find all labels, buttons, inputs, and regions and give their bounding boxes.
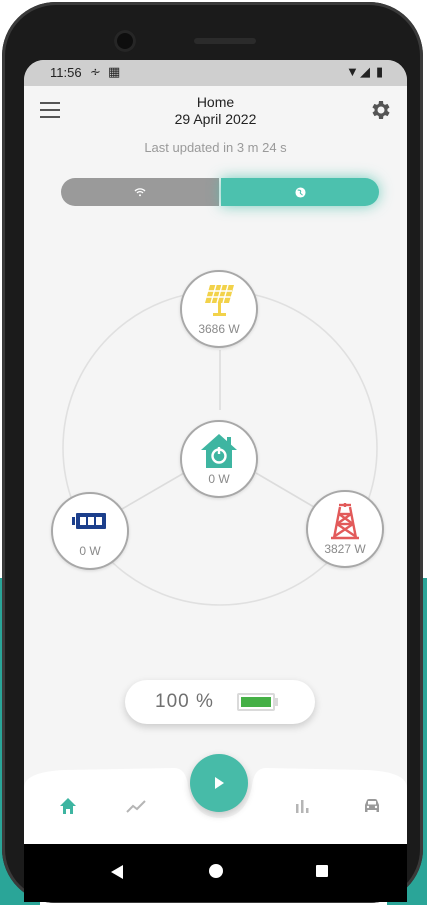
play-icon bbox=[215, 777, 224, 789]
nav-statistics[interactable] bbox=[290, 794, 314, 818]
battery-level-tip bbox=[275, 698, 278, 706]
back-icon[interactable] bbox=[110, 864, 124, 880]
battery-value: 0 W bbox=[79, 544, 101, 558]
bar-chart-icon bbox=[296, 800, 309, 813]
nav-home[interactable] bbox=[56, 794, 80, 818]
recent-apps-button[interactable] bbox=[316, 865, 328, 877]
home-button[interactable] bbox=[209, 864, 223, 878]
home-icon bbox=[60, 798, 76, 814]
battery-percent: 100 % bbox=[155, 691, 214, 712]
battery-status-pill: 100 % bbox=[125, 680, 315, 724]
grid-node[interactable]: 3827 W bbox=[306, 490, 384, 568]
power-tower-icon bbox=[331, 503, 359, 540]
grid-value: 3827 W bbox=[324, 542, 366, 556]
home-icon bbox=[201, 434, 237, 468]
play-button[interactable] bbox=[190, 754, 248, 812]
car-icon bbox=[365, 799, 379, 812]
battery-level-fill bbox=[241, 697, 271, 707]
solar-node[interactable]: 3686 W bbox=[180, 270, 258, 348]
battery-icon bbox=[72, 513, 106, 529]
flow-line-grid bbox=[255, 472, 315, 508]
battery-node[interactable]: 0 W bbox=[51, 492, 129, 570]
earpiece-speaker bbox=[194, 38, 256, 44]
trend-chart-icon bbox=[126, 800, 146, 813]
front-camera bbox=[114, 30, 136, 52]
app-screen: 11:56 ∻ ▦ ▼ ◢ ▮ Home 29 April 2022 Last … bbox=[24, 60, 407, 902]
bottom-navigation bbox=[24, 754, 407, 850]
nav-vehicle[interactable] bbox=[360, 794, 384, 818]
nav-trends[interactable] bbox=[124, 794, 148, 818]
solar-value: 3686 W bbox=[198, 322, 240, 336]
system-navigation-bar bbox=[24, 844, 407, 902]
home-value: 0 W bbox=[208, 472, 230, 486]
phone-frame: 11:56 ∻ ▦ ▼ ◢ ▮ Home 29 April 2022 Last … bbox=[2, 2, 423, 903]
solar-panel-icon bbox=[205, 284, 234, 316]
battery-level-icon bbox=[237, 693, 275, 711]
flow-line-battery bbox=[121, 472, 185, 510]
home-node[interactable]: 0 W bbox=[180, 420, 258, 498]
